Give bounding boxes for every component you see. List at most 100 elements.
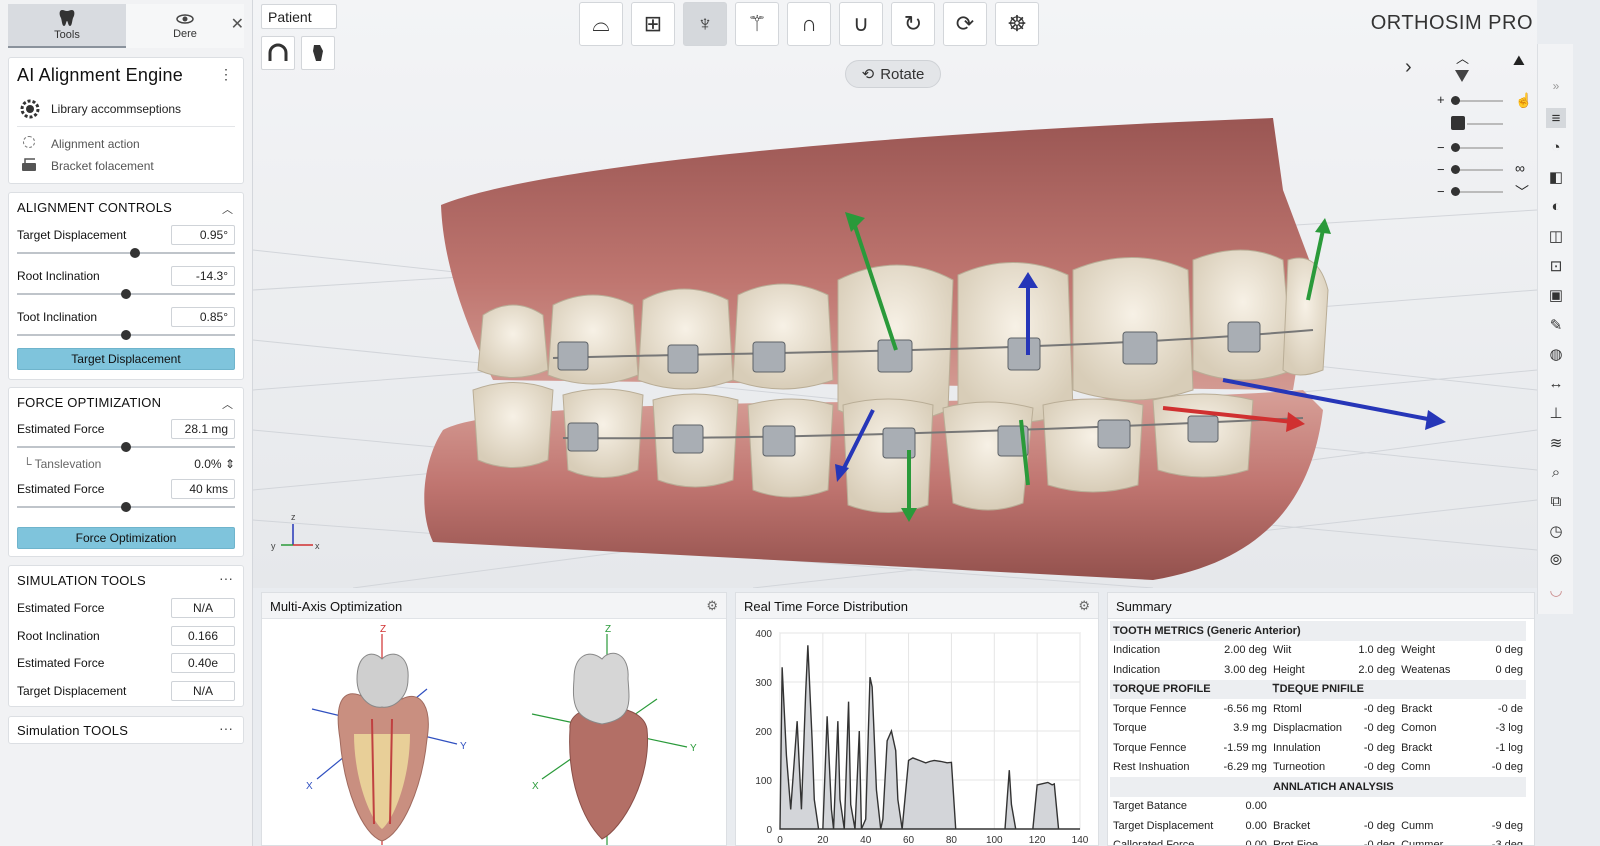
target-displacement-button[interactable]: Target Displacement	[17, 348, 235, 370]
upper-arch-button[interactable]: ⌓	[579, 2, 623, 46]
estimated-force-slider[interactable]	[17, 442, 235, 452]
sim-value[interactable]: 0.166	[171, 626, 235, 646]
tooth-axis-views[interactable]: Z Y X Z Y X	[262, 619, 726, 845]
more-horizontal-icon[interactable]: ···	[219, 570, 233, 586]
simulation-tools-card-2[interactable]: Simulation TOOLS ···	[8, 716, 244, 744]
3d-viewport[interactable]: Patient ⌓ ⊞ ♆ ⚚ ∩ ∪ ↻ ⟳ ☸ ORTHOSIM PRO ⟲ Rotate	[253, 0, 1537, 588]
rotate-arch-button[interactable]: ⟳	[943, 2, 987, 46]
arch-outline-button[interactable]: ∩	[787, 2, 831, 46]
tooth-step-icon[interactable]: ⊥	[1546, 403, 1566, 423]
infinity-icon[interactable]: ∞	[1515, 160, 1525, 176]
table-row[interactable]: Indication 3.00 deg Height 2.0 deg Weatenas 0…	[1110, 660, 1526, 680]
gear-icon[interactable]: ⚙	[1078, 598, 1090, 614]
toot-inclination-input[interactable]: 0.85°	[171, 307, 235, 327]
table-row[interactable]: Target Batance 0.00	[1110, 797, 1526, 817]
rotate-tooth-button[interactable]: ↻	[891, 2, 935, 46]
chevron-up-icon[interactable]: ︿	[1456, 48, 1469, 67]
table-row[interactable]: Callorated Force0.00Rrot Fioe-0 degCumme…	[1110, 836, 1526, 845]
force-distribution-chart[interactable]: 0 20 40 60 80 100 120 140 0 100 200 300 400	[736, 619, 1098, 845]
opacity-slider[interactable]	[1451, 143, 1503, 152]
root-inclination-slider[interactable]	[17, 289, 235, 299]
rotate-button[interactable]: ⟲ Rotate	[845, 60, 941, 88]
tanslevation-stepper[interactable]: 0.0% ⇕	[194, 457, 235, 471]
funnel-icon[interactable]	[1455, 70, 1469, 82]
table-row[interactable]: Target Displacement 0.00 Bracket -0 deg Cumm…	[1110, 816, 1526, 836]
tooth-pair-icon[interactable]: ⦾	[1546, 551, 1566, 571]
root-inclination-input[interactable]: -14.3°	[171, 266, 235, 286]
gear-icon[interactable]: ⚙	[706, 598, 718, 614]
chevron-up-icon[interactable]: ︿	[222, 396, 233, 412]
force-optimization-button[interactable]: Force Optimization	[17, 527, 235, 549]
zoom-slider[interactable]	[1451, 96, 1503, 105]
more-horizontal-icon[interactable]: ···	[219, 720, 233, 736]
tooth-chat-icon[interactable]: ◔	[1546, 138, 1566, 158]
ruler-icon[interactable]: ↔	[1546, 374, 1566, 394]
sim-value[interactable]: 0.40e	[171, 653, 235, 673]
magnify-icon[interactable]: ⌕	[1546, 462, 1566, 482]
tooth-side-icon[interactable]: ◐	[1546, 197, 1566, 217]
alignment-action[interactable]: Alignment action	[51, 137, 140, 151]
sim-row: Estimated Force 0.40e	[17, 653, 235, 673]
target-displacement-slider[interactable]	[17, 248, 235, 258]
jaw-button[interactable]: ⊞	[631, 2, 675, 46]
patient-tab[interactable]: Patient	[261, 4, 337, 29]
slider-knob[interactable]	[121, 442, 131, 452]
chevron-down-icon[interactable]: ﹀	[1515, 182, 1529, 202]
toot-inclination-slider[interactable]	[17, 330, 235, 340]
slider-knob[interactable]	[121, 330, 131, 340]
target-displacement-input[interactable]: 0.95°	[171, 225, 235, 245]
table-row[interactable]: Torque Fennce -6.56 mg Rtoml -0 deg Brackt -0…	[1110, 699, 1526, 719]
hand-icon[interactable]: ☝	[1515, 92, 1532, 109]
tooth-settings-button[interactable]: ☸	[995, 2, 1039, 46]
tooth-stack-icon[interactable]: ≋	[1546, 433, 1566, 453]
tooth-doc-icon[interactable]: ◧	[1546, 167, 1566, 187]
table-cell: -0 deg	[1363, 722, 1396, 735]
view-cube-icon[interactable]	[1451, 116, 1465, 130]
jaw-icon[interactable]: ≡	[1546, 108, 1566, 128]
table-row[interactable]: Indication 2.00 deg Wiit 1.0 deg Weight 0 deg	[1110, 641, 1526, 661]
depth-slider[interactable]	[1451, 187, 1503, 196]
dental-model-scene[interactable]	[253, 90, 1537, 588]
tooth-tag-icon[interactable]: ⊡	[1546, 256, 1566, 276]
expand-chevron-icon[interactable]: ›	[1405, 56, 1412, 79]
scalpel-icon[interactable]: ✎	[1546, 315, 1566, 335]
section-header	[1110, 777, 1270, 797]
save-icon[interactable]: ▣	[1546, 285, 1566, 305]
more-options-icon[interactable]: ⋮	[219, 66, 233, 83]
estimated-force-input[interactable]: 28.1 mg	[171, 419, 235, 439]
table-row[interactable]: Torque 3.9 mg Displacmation -0 deg Comon -3 l…	[1110, 719, 1526, 739]
double-chevron-icon[interactable]: »	[1546, 76, 1566, 96]
estimated-force-input-2[interactable]: 40 kms	[171, 479, 235, 499]
arch-view-button[interactable]	[261, 36, 295, 70]
side-view-button[interactable]	[301, 36, 335, 70]
contrast-slider[interactable]	[1451, 165, 1503, 174]
tab-tools[interactable]: Tools	[8, 4, 126, 48]
estimated-force-slider-2[interactable]	[17, 502, 235, 512]
sim-value[interactable]: N/A	[171, 598, 235, 618]
view-controls: ︿ + ☝ − − ∞ − ﹀	[1431, 48, 1541, 208]
clock-icon[interactable]: ◷	[1546, 521, 1566, 541]
table-cell: -6.56 mg	[1223, 702, 1267, 715]
sim-value[interactable]: N/A	[171, 681, 235, 701]
face-icon[interactable]: ⛰	[1513, 52, 1525, 69]
table-cell: Bracket	[1272, 819, 1311, 832]
tooth-card-icon[interactable]: ◫	[1546, 226, 1566, 246]
close-icon[interactable]: ✕	[231, 14, 244, 34]
table-row[interactable]: Rest Inshuation -6.29 mg Turneotion -0 deg C…	[1110, 758, 1526, 778]
tooth-double-icon[interactable]: ⧉	[1546, 492, 1566, 512]
bracket-placement[interactable]: Bracket folacement	[51, 159, 154, 173]
gum-icon[interactable]: ◡	[1546, 580, 1566, 600]
tab-dere[interactable]: Dere	[126, 4, 244, 48]
tooth-root-button[interactable]: ⚚	[735, 2, 779, 46]
table-row[interactable]: Torque Fennce -1.59 mg Innulation -0 deg Bra…	[1110, 738, 1526, 758]
implant-button[interactable]: ♆	[683, 2, 727, 46]
arch-open-button[interactable]: ∪	[839, 2, 883, 46]
chevron-up-icon[interactable]: ︿	[222, 201, 233, 217]
slider-knob[interactable]	[121, 289, 131, 299]
shield-icon[interactable]: ◍	[1546, 344, 1566, 364]
library-label[interactable]: Library accommseptions	[51, 102, 181, 116]
table-cell: 2.00 deg	[1224, 644, 1267, 657]
slider-knob[interactable]	[129, 248, 140, 258]
table-cell: -1.59 mg	[1223, 741, 1267, 754]
slider-knob[interactable]	[121, 502, 131, 512]
